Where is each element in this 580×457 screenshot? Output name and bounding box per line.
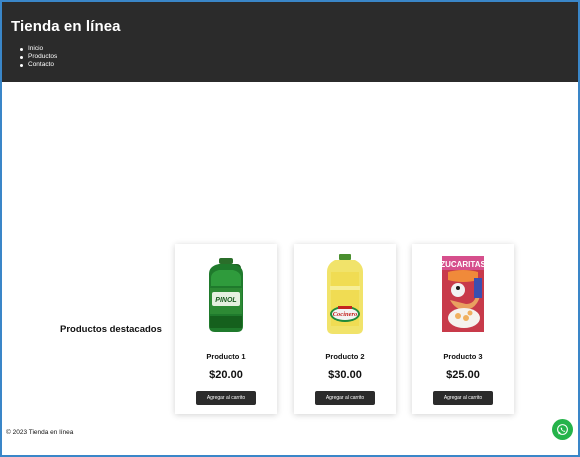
add-to-cart-button[interactable]: Agregar al carrito (315, 391, 375, 405)
product-image-pinol: PINOL (197, 252, 255, 336)
product-card: Cocinero Producto 2 $30.00 Agregar al ca… (294, 244, 396, 414)
product-name: Producto 1 (206, 352, 246, 361)
nav-link-contacto[interactable]: Contacto (28, 61, 54, 68)
svg-text:Cocinero: Cocinero (333, 311, 358, 318)
product-card: PINOL Producto 1 $20.00 Agregar al carri… (175, 244, 277, 414)
site-header: Tienda en línea Inicio Productos Contact… (2, 2, 578, 82)
nav-link-inicio[interactable]: Inicio (28, 45, 43, 52)
product-name: Producto 3 (443, 352, 483, 361)
nav-link-productos[interactable]: Productos (28, 53, 57, 60)
featured-products-title: Productos destacados (60, 324, 162, 335)
main-nav: Inicio Productos Contacto (20, 45, 57, 69)
product-card: ZUCARITAS Producto 3 $25.00 Agregar al c… (412, 244, 514, 414)
add-to-cart-button[interactable]: Agregar al carrito (433, 391, 493, 405)
nav-item-productos: Productos (20, 53, 57, 61)
svg-text:PINOL: PINOL (215, 297, 236, 304)
nav-item-contacto: Contacto (20, 61, 57, 69)
site-title: Tienda en línea (11, 18, 121, 35)
whatsapp-button[interactable] (552, 419, 573, 440)
product-price: $30.00 (328, 369, 362, 381)
product-image-cocinero: Cocinero (316, 252, 374, 336)
product-price: $25.00 (446, 369, 480, 381)
whatsapp-icon (556, 423, 569, 436)
product-price: $20.00 (209, 369, 243, 381)
product-image-zucaritas: ZUCARITAS (434, 252, 492, 336)
site-footer: © 2023 Tienda en línea (6, 429, 74, 436)
product-name: Producto 2 (325, 352, 365, 361)
svg-text:ZUCARITAS: ZUCARITAS (440, 260, 486, 269)
nav-item-inicio: Inicio (20, 45, 57, 53)
add-to-cart-button[interactable]: Agregar al carrito (196, 391, 256, 405)
